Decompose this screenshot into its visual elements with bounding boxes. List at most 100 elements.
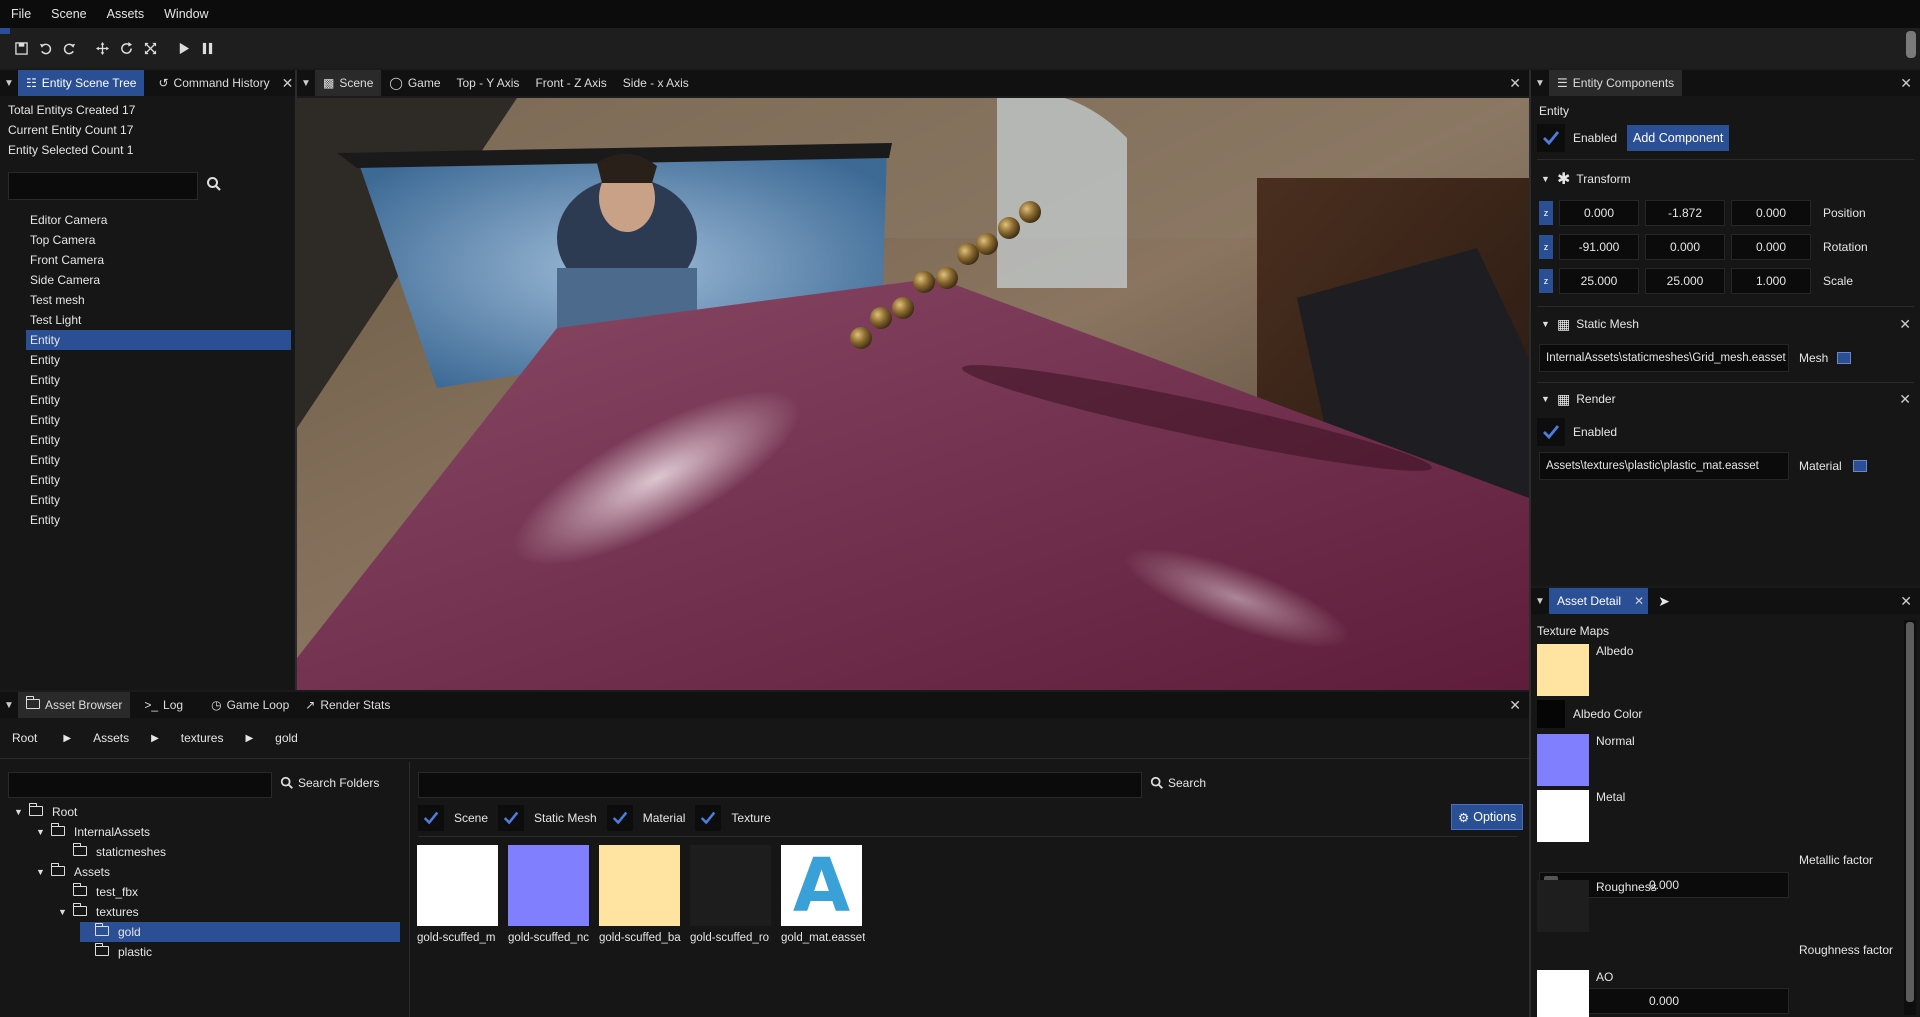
scale-z-field[interactable]: 1.000: [1731, 268, 1811, 294]
entity-list-item[interactable]: Entity: [26, 350, 291, 370]
filter-checkbox[interactable]: [498, 805, 525, 831]
entity-list-item[interactable]: Test mesh: [26, 290, 291, 310]
tab-scene[interactable]: ▩ Scene: [315, 70, 382, 96]
asset-search-input[interactable]: [418, 772, 1142, 798]
position-z-field[interactable]: 0.000: [1731, 200, 1811, 226]
close-icon[interactable]: ✕: [282, 75, 294, 92]
search-icon[interactable]: [206, 176, 222, 195]
close-icon[interactable]: ✕: [1509, 697, 1521, 714]
options-button[interactable]: ⚙ Options: [1451, 804, 1524, 830]
asset-item[interactable]: gold-scuffed_nc: [508, 845, 592, 944]
ao-swatch[interactable]: [1537, 970, 1589, 1017]
entity-list-item[interactable]: Entity: [26, 490, 291, 510]
tab-entity-scene-tree[interactable]: ☷ Entity Scene Tree: [18, 70, 145, 96]
move-icon[interactable]: [93, 39, 112, 58]
asset-item[interactable]: gold-scuffed_ro: [690, 845, 774, 944]
filter-checkbox[interactable]: [418, 805, 444, 831]
folder-tree-item[interactable]: ▼ Assets: [36, 862, 110, 882]
breadcrumb-gold[interactable]: gold: [275, 731, 298, 745]
asset-detail-scrollbar[interactable]: [1904, 620, 1916, 1015]
close-icon[interactable]: ✕: [1900, 593, 1912, 610]
folder-search-input[interactable]: [8, 772, 272, 798]
entity-list-item[interactable]: Entity: [26, 330, 291, 350]
entity-list-item[interactable]: Entity: [26, 450, 291, 470]
expand-arrow-icon[interactable]: ▼: [36, 867, 46, 877]
tab-render-stats[interactable]: ↗ Render Stats: [297, 692, 398, 718]
texture-thumbnail[interactable]: [508, 845, 589, 926]
mesh-path-field[interactable]: InternalAssets\staticmeshes\Grid_mesh.ea…: [1539, 344, 1789, 372]
asset-item[interactable]: gold-scuffed_ba: [599, 845, 683, 944]
menu-assets[interactable]: Assets: [97, 7, 155, 21]
tab-game-loop[interactable]: ◷ Game Loop: [203, 692, 297, 718]
tab-log[interactable]: >_ Log: [136, 692, 191, 718]
breadcrumb-root[interactable]: Root: [12, 731, 37, 745]
rotation-x-field[interactable]: -91.000: [1559, 234, 1639, 260]
folder-tree-item[interactable]: plastic: [80, 942, 152, 962]
entity-list-item[interactable]: Side Camera: [26, 270, 291, 290]
expand-arrow-icon[interactable]: ▼: [36, 827, 46, 837]
search-folders-button[interactable]: Search Folders: [280, 776, 379, 790]
axis-button[interactable]: z: [1539, 269, 1553, 293]
folder-tree-item[interactable]: ▼ InternalAssets: [36, 822, 150, 842]
transform-header[interactable]: ▼ ✱ Transform: [1541, 166, 1631, 192]
close-icon[interactable]: ✕: [1509, 75, 1521, 92]
render-header[interactable]: ▼ ▦ Render ✕: [1541, 386, 1911, 412]
entity-list-item[interactable]: Editor Camera: [26, 210, 291, 230]
albedo-color-swatch[interactable]: [1537, 700, 1565, 728]
save-icon[interactable]: [12, 39, 31, 58]
redo-icon[interactable]: [60, 39, 79, 58]
roughness-swatch[interactable]: [1537, 880, 1589, 932]
panel-menu-icon[interactable]: ▼: [0, 78, 18, 89]
entity-list-item[interactable]: Entity: [26, 510, 291, 530]
material-asset-icon[interactable]: A: [781, 845, 862, 926]
rotation-z-field[interactable]: 0.000: [1731, 234, 1811, 260]
search-button[interactable]: Search: [1150, 776, 1206, 790]
render-enabled-checkbox[interactable]: [1537, 418, 1565, 446]
rotation-y-field[interactable]: 0.000: [1645, 234, 1725, 260]
panel-divider[interactable]: [409, 762, 410, 1017]
panel-menu-icon[interactable]: ▼: [1531, 596, 1549, 607]
tab-side-view[interactable]: Side - x Axis: [615, 70, 697, 96]
remove-component-icon[interactable]: ✕: [1899, 316, 1911, 333]
entity-list-item[interactable]: Entity: [26, 370, 291, 390]
breadcrumb-textures[interactable]: textures: [181, 731, 224, 745]
close-icon[interactable]: ✕: [1900, 75, 1912, 92]
entity-list-item[interactable]: Entity: [26, 430, 291, 450]
rotate-icon[interactable]: [117, 39, 136, 58]
scale-icon[interactable]: [141, 39, 160, 58]
position-x-field[interactable]: 0.000: [1559, 200, 1639, 226]
entity-enabled-checkbox[interactable]: [1537, 124, 1565, 152]
folder-tree-item[interactable]: ▼ textures: [58, 902, 139, 922]
undo-icon[interactable]: [36, 39, 55, 58]
play-icon[interactable]: [174, 39, 193, 58]
entity-list-item[interactable]: Top Camera: [26, 230, 291, 250]
entity-list-item[interactable]: Front Camera: [26, 250, 291, 270]
texture-thumbnail[interactable]: [599, 845, 680, 926]
scene-viewport[interactable]: [297, 98, 1529, 690]
panel-menu-icon[interactable]: ▼: [0, 700, 18, 711]
static-mesh-header[interactable]: ▼ ▦ Static Mesh ✕: [1541, 311, 1911, 337]
tab-top-view[interactable]: Top - Y Axis: [449, 70, 528, 96]
texture-thumbnail[interactable]: [417, 845, 498, 926]
texture-thumbnail[interactable]: [690, 845, 771, 926]
add-component-button[interactable]: Add Component: [1627, 125, 1730, 151]
mesh-browse-button[interactable]: [1837, 352, 1851, 364]
pause-icon[interactable]: [198, 39, 217, 58]
tab-asset-browser[interactable]: Asset Browser: [18, 692, 131, 718]
scale-y-field[interactable]: 25.000: [1645, 268, 1725, 294]
filter-checkbox[interactable]: [695, 805, 722, 831]
entity-list-item[interactable]: Entity: [26, 390, 291, 410]
asset-item[interactable]: gold-scuffed_m: [417, 845, 501, 944]
expand-arrow-icon[interactable]: ▼: [14, 807, 24, 817]
asset-item[interactable]: Agold_mat.easset: [781, 845, 865, 944]
menu-file[interactable]: File: [0, 7, 41, 21]
material-browse-button[interactable]: [1853, 460, 1867, 472]
normal-swatch[interactable]: [1537, 734, 1589, 786]
material-path-field[interactable]: Assets\textures\plastic\plastic_mat.eass…: [1539, 452, 1789, 480]
menu-scene[interactable]: Scene: [41, 7, 96, 21]
scale-x-field[interactable]: 25.000: [1559, 268, 1639, 294]
albedo-swatch[interactable]: [1537, 644, 1589, 696]
tab-command-history[interactable]: ↺ Command History: [150, 70, 277, 96]
tab-asset-detail[interactable]: Asset Detail ✕: [1549, 588, 1649, 614]
scrollbar-thumb[interactable]: [1906, 622, 1914, 1002]
